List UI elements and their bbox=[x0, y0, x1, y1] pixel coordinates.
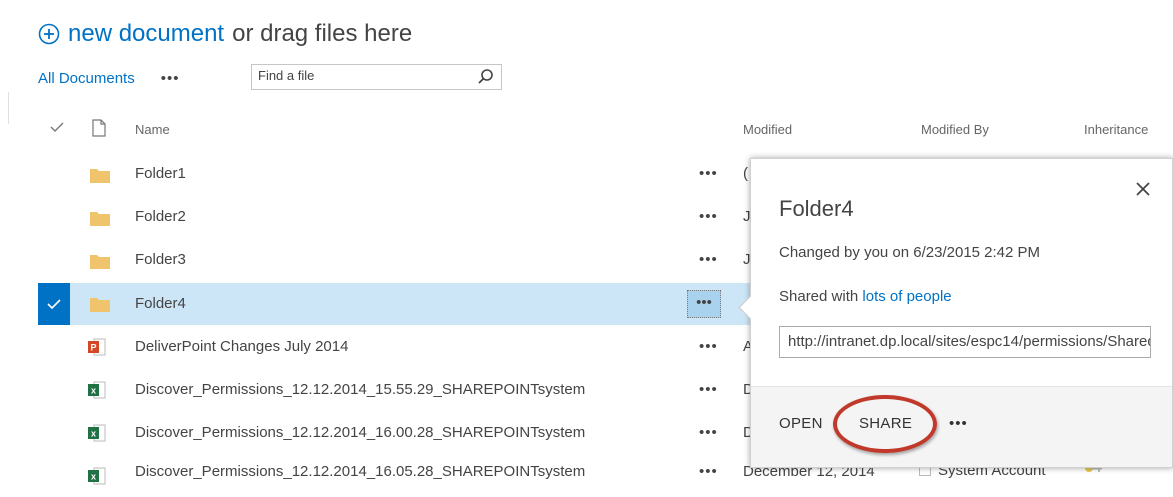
table-row[interactable]: Folder3 ••• J bbox=[0, 239, 751, 281]
search-input[interactable] bbox=[252, 65, 464, 86]
svg-text:x: x bbox=[91, 472, 96, 482]
shared-with-text: Shared with lots of people bbox=[779, 288, 952, 305]
column-header-modified[interactable]: Modified bbox=[743, 122, 792, 137]
changed-by-text: Changed by you on 6/23/2015 2:42 PM bbox=[779, 244, 1041, 261]
file-name-link[interactable]: Discover_Permissions_12.12.2014_16.05.28… bbox=[135, 463, 585, 480]
row-menu-button[interactable]: ••• bbox=[699, 424, 718, 441]
shared-with-label: Shared with bbox=[779, 288, 859, 305]
url-input[interactable] bbox=[780, 327, 1150, 356]
column-header-name[interactable]: Name bbox=[135, 122, 170, 137]
svg-text:x: x bbox=[91, 429, 96, 439]
column-header-modified-by[interactable]: Modified By bbox=[921, 122, 989, 137]
callout-title: Folder4 bbox=[779, 196, 854, 221]
row-menu-button[interactable]: ••• bbox=[687, 290, 721, 318]
svg-text:P: P bbox=[90, 343, 96, 353]
item-callout: Folder4 Changed by you on 6/23/2015 2:42… bbox=[738, 158, 1173, 468]
excel-file-icon: x bbox=[88, 424, 106, 442]
file-name-link[interactable]: Folder3 bbox=[135, 251, 186, 268]
row-menu-button[interactable]: ••• bbox=[699, 208, 718, 225]
callout-actions: OPEN SHARE ••• bbox=[751, 386, 1172, 467]
file-name-link[interactable]: Discover_Permissions_12.12.2014_15.55.29… bbox=[135, 381, 585, 398]
excel-file-icon: x bbox=[88, 381, 106, 399]
table-row[interactable]: P DeliverPoint Changes July 2014 ••• A bbox=[0, 326, 753, 368]
table-row[interactable]: x Discover_Permissions_12.12.2014_16.00.… bbox=[0, 412, 754, 454]
folder-icon bbox=[90, 255, 110, 269]
url-field[interactable] bbox=[779, 326, 1151, 358]
table-row[interactable]: x Discover_Permissions_12.12.2014_15.55.… bbox=[0, 369, 754, 411]
table-row-selected[interactable]: Folder4 ••• bbox=[38, 283, 750, 325]
view-selector: All Documents ••• bbox=[38, 64, 179, 92]
folder-icon bbox=[90, 212, 110, 226]
table-row[interactable]: Folder2 ••• J bbox=[0, 196, 751, 238]
view-more-button[interactable]: ••• bbox=[161, 70, 180, 87]
search-box[interactable] bbox=[251, 64, 502, 90]
column-header-inheritance[interactable]: Inheritance bbox=[1084, 122, 1148, 137]
close-icon[interactable] bbox=[1135, 181, 1151, 197]
divider bbox=[8, 92, 9, 124]
document-type-icon bbox=[92, 119, 106, 137]
file-name-link[interactable]: Folder4 bbox=[135, 295, 186, 312]
checkmark-icon bbox=[47, 299, 61, 310]
excel-file-icon: x bbox=[88, 467, 106, 485]
row-menu-button[interactable]: ••• bbox=[699, 463, 718, 480]
file-name-link[interactable]: Folder1 bbox=[135, 165, 186, 182]
row-menu-button[interactable]: ••• bbox=[699, 165, 718, 182]
view-all-documents[interactable]: All Documents bbox=[38, 70, 135, 87]
highlight-circle bbox=[833, 395, 937, 453]
file-name-link[interactable]: Discover_Permissions_12.12.2014_16.00.28… bbox=[135, 424, 585, 441]
file-name-link[interactable]: Folder2 bbox=[135, 208, 186, 225]
folder-icon bbox=[90, 169, 110, 183]
new-document-command[interactable]: new document or drag files here bbox=[38, 18, 412, 50]
file-name-link[interactable]: DeliverPoint Changes July 2014 bbox=[135, 338, 348, 355]
row-select-checkbox[interactable] bbox=[38, 283, 70, 325]
select-all-checkmark-icon[interactable] bbox=[50, 120, 64, 134]
search-icon[interactable] bbox=[477, 68, 495, 86]
row-menu-button[interactable]: ••• bbox=[699, 381, 718, 398]
svg-text:x: x bbox=[91, 386, 96, 396]
open-button[interactable]: OPEN bbox=[779, 415, 823, 432]
table-row[interactable]: Folder1 ••• ( bbox=[0, 153, 750, 195]
modified-cell: ( bbox=[743, 165, 748, 182]
row-menu-button[interactable]: ••• bbox=[699, 251, 718, 268]
shared-with-link[interactable]: lots of people bbox=[862, 288, 951, 305]
row-menu-button[interactable]: ••• bbox=[699, 338, 718, 355]
add-circle-icon[interactable] bbox=[38, 23, 60, 45]
powerpoint-file-icon: P bbox=[88, 338, 106, 356]
folder-icon bbox=[90, 298, 110, 312]
more-actions-button[interactable]: ••• bbox=[949, 415, 968, 432]
new-document-link[interactable]: new document bbox=[68, 20, 224, 48]
drag-files-hint: or drag files here bbox=[232, 20, 413, 47]
